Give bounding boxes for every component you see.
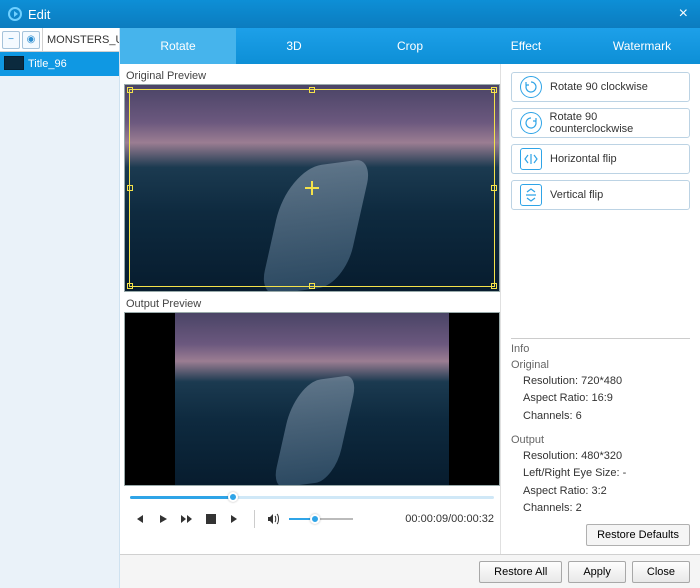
- collapse-button[interactable]: −: [2, 31, 20, 49]
- filename-label: MONSTERS_U...: [42, 28, 119, 51]
- crop-handle[interactable]: [491, 283, 497, 289]
- next-button[interactable]: [226, 510, 244, 528]
- close-button[interactable]: Close: [632, 561, 690, 583]
- info-row: Resolution: 720*480: [523, 373, 690, 391]
- crop-handle[interactable]: [491, 87, 497, 93]
- op-label: Horizontal flip: [550, 153, 617, 165]
- tab-bar: Rotate 3D Crop Effect Watermark: [120, 28, 700, 64]
- op-label: Vertical flip: [550, 189, 603, 201]
- time-display: 00:00:09/00:00:32: [405, 513, 494, 525]
- sidebar: − ◉ MONSTERS_U... Title_96: [0, 28, 120, 588]
- output-preview: [124, 312, 500, 486]
- info-row: Aspect Ratio: 3:2: [523, 483, 690, 501]
- info-row: Resolution: 480*320: [523, 448, 690, 466]
- rotate-cw-button[interactable]: Rotate 90 clockwise: [511, 72, 690, 102]
- original-preview-label: Original Preview: [124, 68, 500, 84]
- crosshair-icon[interactable]: [305, 181, 319, 195]
- fast-forward-button[interactable]: [178, 510, 196, 528]
- info-output-header: Output: [511, 434, 690, 446]
- output-preview-label: Output Preview: [124, 296, 500, 312]
- clip-thumbnail: [4, 56, 24, 70]
- info-row: Aspect Ratio: 16:9: [523, 390, 690, 408]
- seek-slider[interactable]: [130, 490, 494, 504]
- info-row: Left/Right Eye Size: -: [523, 465, 690, 483]
- crop-handle[interactable]: [309, 283, 315, 289]
- apply-button[interactable]: Apply: [568, 561, 626, 583]
- crop-handle[interactable]: [127, 283, 133, 289]
- flip-v-icon: [520, 184, 542, 206]
- crop-handle[interactable]: [309, 87, 315, 93]
- crop-rect[interactable]: [129, 89, 495, 287]
- op-label: Rotate 90 clockwise: [550, 81, 648, 93]
- crop-handle[interactable]: [491, 185, 497, 191]
- info-panel: Info Original Resolution: 720*480 Aspect…: [511, 334, 690, 518]
- crop-handle[interactable]: [127, 185, 133, 191]
- op-label: Rotate 90 counterclockwise: [550, 111, 681, 135]
- window-title: Edit: [28, 7, 50, 22]
- tab-watermark[interactable]: Watermark: [584, 28, 700, 64]
- info-row: Channels: 2: [523, 500, 690, 518]
- info-row: Channels: 6: [523, 408, 690, 426]
- restore-all-button[interactable]: Restore All: [479, 561, 562, 583]
- rotate-ccw-button[interactable]: Rotate 90 counterclockwise: [511, 108, 690, 138]
- rotate-cw-icon: [520, 76, 542, 98]
- sidebar-item-label: Title_96: [28, 58, 67, 70]
- sidebar-item-title[interactable]: Title_96: [0, 52, 119, 76]
- tab-effect[interactable]: Effect: [468, 28, 584, 64]
- play-button[interactable]: [154, 510, 172, 528]
- volume-slider[interactable]: [289, 514, 353, 524]
- prev-button[interactable]: [130, 510, 148, 528]
- flip-h-button[interactable]: Horizontal flip: [511, 144, 690, 174]
- app-icon: [8, 7, 22, 21]
- title-bar: Edit ×: [0, 0, 700, 28]
- stop-button[interactable]: [202, 510, 220, 528]
- flip-h-icon: [520, 148, 542, 170]
- info-header: Info: [511, 343, 690, 355]
- sidebar-file-bar: − ◉ MONSTERS_U...: [0, 28, 119, 52]
- info-original-header: Original: [511, 359, 690, 371]
- tab-3d[interactable]: 3D: [236, 28, 352, 64]
- disc-icon[interactable]: ◉: [22, 31, 40, 49]
- crop-handle[interactable]: [127, 87, 133, 93]
- restore-defaults-button[interactable]: Restore Defaults: [586, 524, 690, 546]
- footer: Restore All Apply Close: [120, 554, 700, 588]
- volume-icon[interactable]: [265, 510, 283, 528]
- original-preview[interactable]: [124, 84, 500, 292]
- playback-controls: 00:00:09/00:00:32: [124, 504, 500, 534]
- tab-crop[interactable]: Crop: [352, 28, 468, 64]
- close-icon[interactable]: ×: [675, 5, 692, 23]
- rotate-ccw-icon: [520, 112, 542, 134]
- flip-v-button[interactable]: Vertical flip: [511, 180, 690, 210]
- tab-rotate[interactable]: Rotate: [120, 28, 236, 64]
